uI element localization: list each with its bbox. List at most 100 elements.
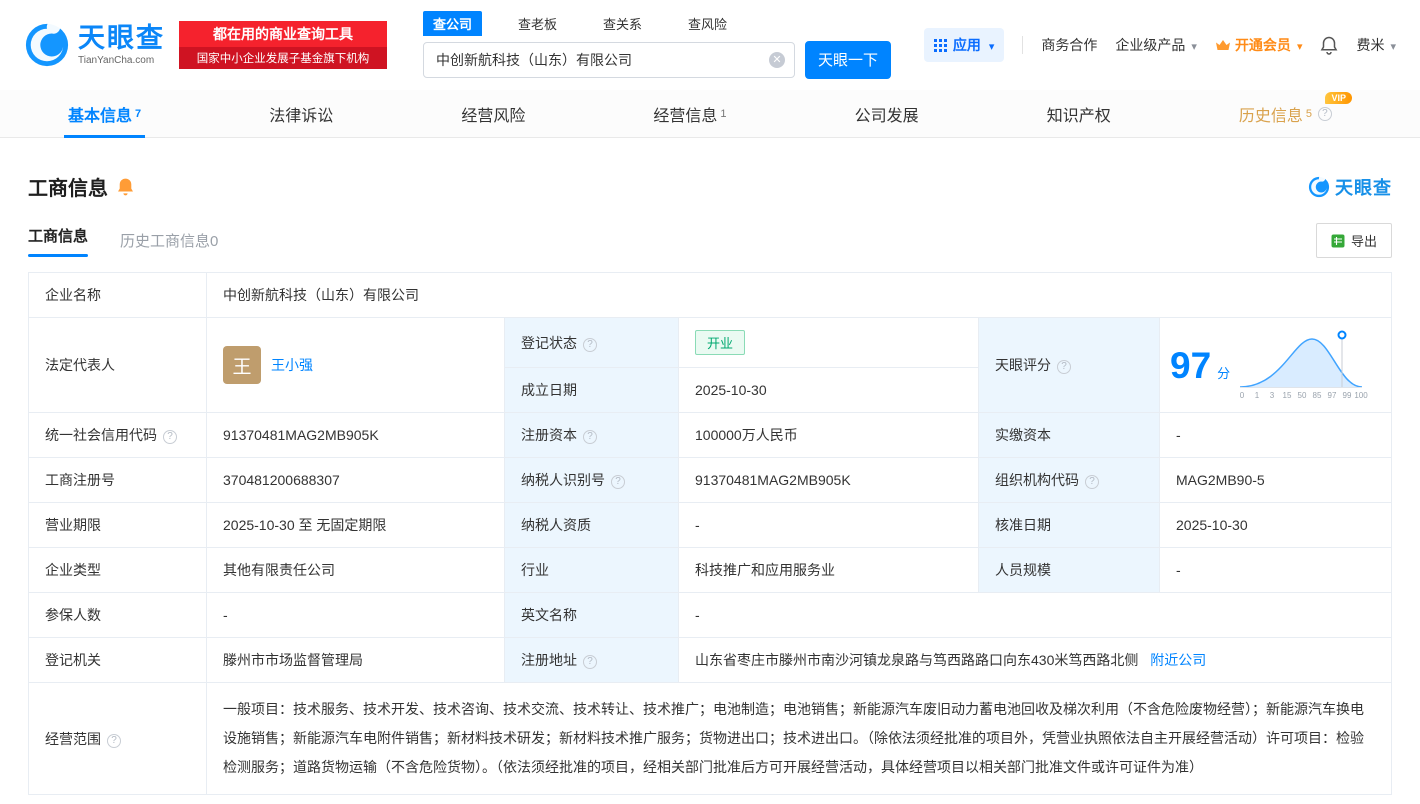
company-type-value: 其他有限责任公司 (206, 547, 505, 593)
row-reg-authority: 登记机关 滕州市市场监督管理局 注册地址 山东省枣庄市滕州市南沙河镇龙泉路与笃西… (28, 637, 1392, 683)
taxpayer-quality-label: 纳税人资质 (504, 502, 679, 548)
svg-text:15: 15 (1283, 391, 1292, 400)
reg-capital-label-text: 注册资本 (521, 427, 577, 443)
staff-size-label: 人员规模 (978, 547, 1160, 593)
clear-search-icon[interactable] (769, 51, 785, 68)
taxpayer-id-label-text: 纳税人识别号 (521, 472, 605, 488)
svg-text:1: 1 (1255, 391, 1260, 400)
user-menu[interactable]: 费米 (1356, 35, 1396, 55)
business-scope-label: 经营范围 (28, 682, 207, 795)
avatar[interactable]: 王 (223, 346, 261, 384)
taxpayer-id-label: 纳税人识别号 (504, 457, 679, 503)
business-term-value: 2025-10-30 至 无固定期限 (206, 502, 505, 548)
business-info-table: 企业名称 中创新航科技（山东）有限公司 法定代表人 王 王小强 登记状态 开业 (28, 272, 1392, 795)
svg-text:97: 97 (1328, 391, 1337, 400)
tab-operation-risk[interactable]: 经营风险 (457, 90, 529, 137)
active-underline (28, 253, 89, 257)
svg-text:85: 85 (1313, 391, 1322, 400)
company-name-value: 中创新航科技（山东）有限公司 (206, 272, 1392, 318)
open-vip-label: 开通会员 (1234, 37, 1291, 53)
open-vip-menu[interactable]: 开通会员 (1215, 35, 1303, 55)
status-badge: 开业 (695, 330, 746, 355)
divider (1022, 36, 1024, 54)
top-bar: 天眼查 TianYanCha.com 都在用的商业查询工具 国家中小企业发展子基… (0, 0, 1420, 90)
tab-legal-litigation[interactable]: 法律诉讼 (265, 90, 337, 137)
logo-title: 天眼查 (78, 22, 165, 53)
help-icon[interactable] (583, 430, 597, 444)
svg-text:0: 0 (1240, 391, 1245, 400)
industry-value: 科技推广和应用服务业 (678, 547, 979, 593)
legal-rep-cell: 王 王小强 (206, 317, 505, 413)
help-icon[interactable] (1057, 360, 1071, 374)
subtab-history-label: 历史工商信息 (120, 233, 211, 250)
tab-history-info-label: 历史信息 (1238, 107, 1303, 125)
reg-capital-value: 100000万人民币 (678, 412, 979, 458)
tab-history-info[interactable]: VIP 历史信息 5 (1235, 90, 1352, 137)
help-icon[interactable] (1317, 106, 1332, 121)
reg-status-cell: 开业 (678, 317, 979, 368)
row-business-term: 营业期限 2025-10-30 至 无固定期限 纳税人资质 - 核准日期 202… (28, 502, 1392, 548)
company-type-label: 企业类型 (28, 547, 207, 593)
tianyancha-swirl-icon (24, 22, 70, 68)
company-nav-tabs: 基本信息 7 法律诉讼 经营风险 经营信息 1 公司发展 知识产权 VIP 历史信息… (0, 90, 1420, 138)
search-input[interactable] (423, 41, 795, 78)
insured-label: 参保人数 (28, 592, 207, 638)
watermark-logo-text: 天眼查 (1335, 177, 1392, 198)
row-company-type: 企业类型 其他有限责任公司 行业 科技推广和应用服务业 人员规模 - (28, 547, 1392, 593)
business-coop-link[interactable]: 商务合作 (1041, 35, 1097, 55)
subtab-business-info[interactable]: 工商信息 (28, 225, 89, 257)
business-scope-value: 一般项目：技术服务、技术开发、技术咨询、技术交流、技术转让、技术推广；电池制造；… (206, 682, 1392, 795)
help-icon[interactable] (583, 337, 597, 352)
section-header: 工商信息 天眼查 (28, 172, 1392, 201)
business-term-label: 营业期限 (28, 502, 207, 548)
nearby-companies-link[interactable]: 附近公司 (1150, 652, 1206, 668)
search-tab-risk[interactable]: 查风险 (678, 11, 737, 36)
search-tab-boss[interactable]: 查老板 (508, 11, 567, 36)
top-right-menu: 应用 商务合作 企业级产品 开通会员 费米 (923, 28, 1396, 62)
export-label: 导出 (1350, 234, 1377, 249)
score-label-text: 天眼评分 (995, 357, 1051, 373)
legal-rep-link[interactable]: 王小强 (271, 355, 313, 375)
alert-bell-icon[interactable] (116, 177, 135, 197)
row-legal-rep: 法定代表人 王 王小强 登记状态 开业 天眼评分 (28, 317, 1392, 413)
tab-operation-info[interactable]: 经营信息 1 (649, 90, 730, 137)
business-scope-label-text: 经营范围 (45, 730, 101, 747)
uscc-value: 91370481MAG2MB905K (206, 412, 505, 458)
help-icon[interactable] (163, 430, 177, 444)
svg-text:100: 100 (1354, 391, 1368, 400)
help-icon[interactable] (583, 655, 597, 669)
tab-intellectual-property[interactable]: 知识产权 (1043, 90, 1115, 137)
chevron-down-icon (987, 37, 995, 53)
logo-domain: TianYanCha.com (78, 54, 155, 66)
tianyancha-logo[interactable]: 天眼查 TianYanCha.com (24, 22, 165, 68)
notifications-bell[interactable] (1320, 36, 1338, 55)
watermark-logo: 天眼查 (1308, 174, 1392, 200)
help-icon[interactable] (107, 733, 121, 748)
apps-menu[interactable]: 应用 (923, 28, 1005, 62)
taxpayer-id-value: 91370481MAG2MB905K (678, 457, 979, 503)
subtab-row: 工商信息 历史工商信息0 导出 (28, 223, 1392, 258)
svg-text:3: 3 (1270, 391, 1275, 400)
crown-icon (1215, 39, 1231, 52)
search-button[interactable]: 天眼一下 (805, 40, 891, 79)
legal-rep-label: 法定代表人 (28, 317, 207, 413)
search-tab-relation[interactable]: 查关系 (593, 11, 652, 36)
address-cell: 山东省枣庄市滕州市南沙河镇龙泉路与笃西路路口向东430米笃西路北侧 附近公司 (678, 637, 1392, 683)
search-tab-company[interactable]: 查公司 (423, 10, 483, 36)
tab-count: 7 (135, 107, 142, 120)
subtab-history-business-info[interactable]: 历史工商信息0 (120, 230, 218, 251)
reg-authority-label: 登记机关 (28, 637, 207, 683)
tab-company-development[interactable]: 公司发展 (851, 90, 923, 137)
export-button[interactable]: 导出 (1315, 223, 1392, 258)
help-icon[interactable] (1085, 475, 1099, 489)
tab-company-development-label: 公司发展 (854, 107, 919, 125)
svg-text:50: 50 (1298, 391, 1307, 400)
grid-icon (933, 38, 947, 52)
subtab-business-info-label: 工商信息 (28, 227, 89, 245)
score-cell: 97 分 0 1 3 15 50 85 97 99 100 (1159, 317, 1392, 413)
enterprise-products-menu[interactable]: 企业级产品 (1115, 35, 1197, 55)
svg-text:99: 99 (1343, 391, 1352, 400)
subtab-history-count: 0 (210, 233, 219, 250)
tab-basic-info[interactable]: 基本信息 7 (64, 90, 146, 138)
help-icon[interactable] (611, 475, 625, 489)
